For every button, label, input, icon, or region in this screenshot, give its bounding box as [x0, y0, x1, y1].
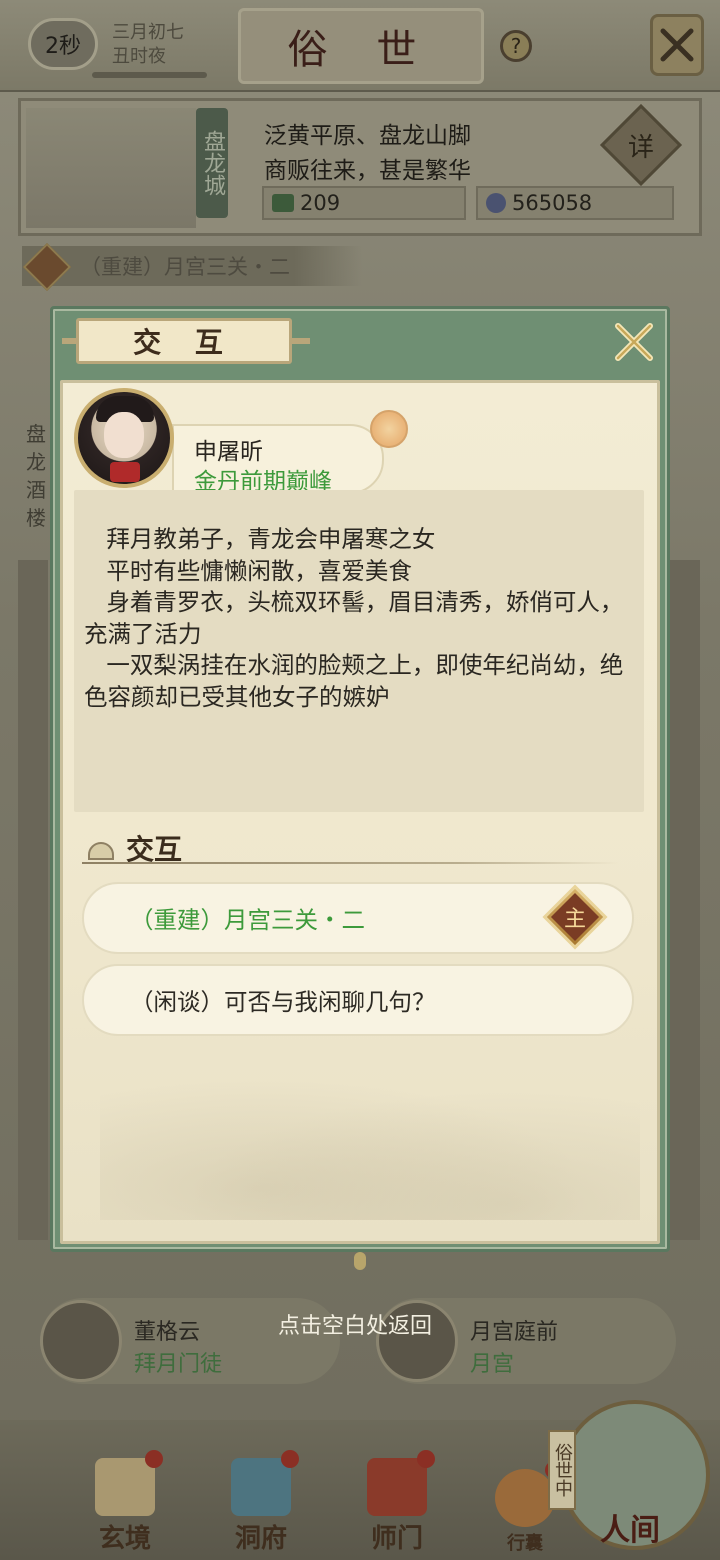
mountain-watermark	[100, 1060, 640, 1220]
avatar-face	[104, 412, 144, 458]
scene-building-left	[18, 560, 48, 1240]
section-divider	[82, 862, 618, 864]
character-name: 申屠昕	[194, 439, 263, 465]
avatar-collar	[110, 462, 140, 482]
option-chat[interactable]: （闲谈）可否与我闲聊几句？	[82, 964, 634, 1036]
resource-coin: 565058	[476, 186, 674, 220]
option-label: （闲谈）可否与我闲聊几句？	[130, 988, 436, 1016]
resource-coin-value: 565058	[512, 191, 593, 215]
city-image	[26, 108, 196, 228]
game-time: 丑时夜	[112, 46, 166, 67]
timer-badge: 2秒	[28, 18, 98, 70]
nav-xuanjing[interactable]: 玄境	[70, 1450, 180, 1555]
crossed-swords-icon[interactable]	[650, 14, 704, 76]
nav-label: 洞府	[234, 1524, 287, 1554]
detail-button-label[interactable]: 详	[612, 116, 670, 174]
notification-dot	[281, 1450, 299, 1468]
tap-blank-to-return-hint: 点击空白处返回	[278, 1314, 433, 1339]
pouch-icon	[495, 1461, 563, 1527]
character-description: 拜月教弟子，青龙会申屠寒之女 平时有些慵懒闲散，喜爱美食 身着青罗衣，头梳双环髻…	[84, 525, 624, 711]
nav-shimen[interactable]: 师门	[342, 1450, 452, 1555]
banner-icon	[367, 1450, 435, 1516]
notification-dot	[145, 1450, 163, 1468]
location-name: 月宫庭前	[470, 1320, 559, 1345]
city-description-line2: 商贩往来，甚是繁华	[264, 158, 471, 184]
world-button-label[interactable]: 人间	[600, 1505, 660, 1549]
fan-ornament-icon	[370, 410, 408, 448]
notification-dot	[417, 1450, 435, 1468]
scene-building-right	[670, 560, 700, 1240]
game-date: 三月初七	[112, 22, 184, 43]
world-status-tag: 俗世中	[548, 1430, 576, 1510]
time-progress	[92, 72, 207, 78]
location-area: 月宫	[470, 1352, 515, 1377]
coin-icon	[486, 193, 506, 213]
resource-spirit-stone-value: 209	[300, 191, 341, 215]
avatar	[40, 1300, 122, 1382]
dialog-title: 交 互	[76, 318, 292, 364]
scroll-icon	[95, 1450, 163, 1516]
city-name-tag: 盘龙城	[196, 108, 228, 218]
main-quest-badge-label: 主	[563, 907, 586, 932]
option-label: （重建）月宫三关・二	[130, 906, 365, 934]
page-title: 俗 世	[238, 8, 484, 84]
main-quest-bar[interactable]: （重建）月宫三关・二	[22, 246, 362, 286]
npc-name: 董格云	[134, 1320, 201, 1345]
scroll-knob	[354, 1252, 366, 1270]
pavilion-icon	[231, 1450, 299, 1516]
city-description-line1: 泛黄平原、盘龙山脚	[264, 123, 471, 149]
help-button[interactable]: ?	[500, 30, 532, 62]
nav-label: 行囊	[507, 1533, 543, 1554]
nav-dongfu[interactable]: 洞府	[206, 1450, 316, 1555]
nav-label: 玄境	[98, 1524, 151, 1554]
close-icon[interactable]	[610, 318, 658, 366]
banknote-icon	[272, 194, 294, 212]
title-ornament-right	[290, 338, 310, 344]
npc-faction: 拜月门徒	[134, 1352, 223, 1377]
nav-label: 师门	[370, 1524, 423, 1554]
resource-spirit-stone: 209	[262, 186, 466, 220]
